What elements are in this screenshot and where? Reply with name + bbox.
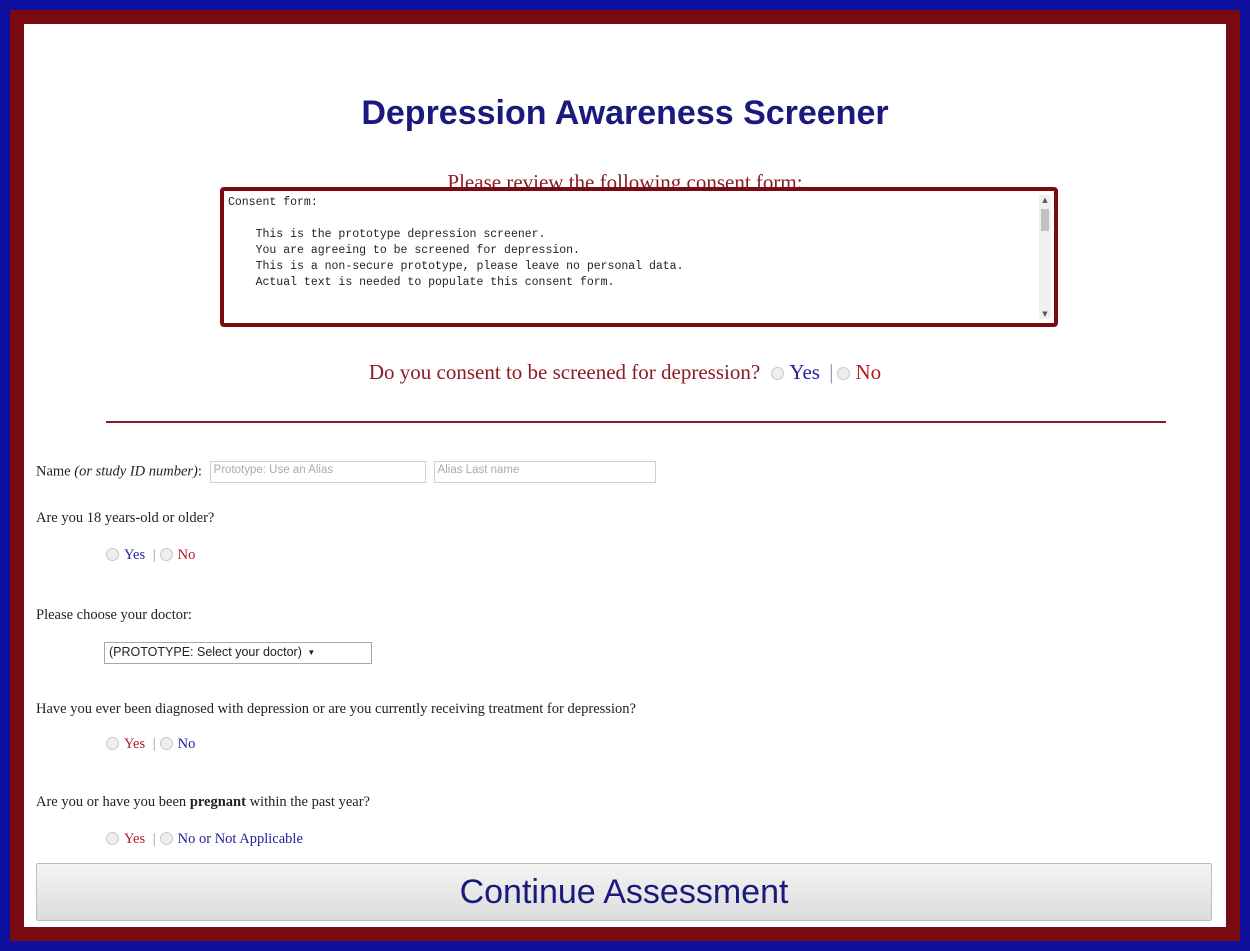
- pregnancy-question-label-end: within the past year?: [245, 794, 370, 810]
- chevron-down-icon: ▼: [307, 648, 316, 658]
- diagnosis-no-label[interactable]: No: [178, 736, 196, 752]
- diagnosis-separator: |: [152, 736, 156, 752]
- age-yes-label[interactable]: Yes: [124, 547, 145, 563]
- outer-frame: Depression Awareness Screener Please rev…: [10, 10, 1240, 941]
- age-options: Yes | No: [106, 547, 195, 564]
- diagnosis-no-radio[interactable]: [159, 737, 173, 751]
- diagnosis-yes-label[interactable]: Yes: [124, 736, 145, 752]
- diagnosis-yes-radio[interactable]: [106, 737, 119, 751]
- scroll-down-icon[interactable]: ▼: [1039, 309, 1051, 319]
- scroll-up-icon[interactable]: ▲: [1039, 195, 1051, 205]
- name-label: Name: [36, 463, 71, 480]
- pregnancy-question: Are you or have you been pregnant within…: [36, 794, 370, 811]
- scroll-thumb[interactable]: [1041, 209, 1049, 231]
- pregnancy-yes-radio[interactable]: [106, 832, 119, 846]
- pregnancy-options: Yes | No or Not Applicable: [106, 831, 303, 848]
- age-question-label: Are you 18 years-old or older?: [36, 510, 215, 526]
- pregnancy-question-label: Are you or have you been: [36, 794, 190, 810]
- consent-no-label[interactable]: No: [855, 360, 881, 384]
- pregnancy-emphasis: pregnant: [189, 794, 246, 810]
- doctor-question-label: Please choose your doctor:: [36, 607, 192, 623]
- doctor-select-value: (PROTOTYPE: Select your doctor): [109, 645, 302, 659]
- consent-question-label: Do you consent to be screened for depres…: [368, 360, 761, 384]
- consent-form-textarea[interactable]: Consent form: This is the prototype depr…: [220, 187, 1058, 327]
- name-row: Name (or study ID number): Prototype: Us…: [36, 461, 656, 483]
- pregnancy-yes-label[interactable]: Yes: [124, 831, 145, 847]
- consent-question: Do you consent to be screened for depres…: [24, 360, 1226, 385]
- pregnancy-separator: |: [152, 831, 156, 847]
- page-content: Depression Awareness Screener Please rev…: [24, 24, 1226, 927]
- name-hint: (or study ID number): [74, 463, 198, 480]
- pregnancy-no-label[interactable]: No or Not Applicable: [178, 831, 303, 847]
- age-no-label[interactable]: No: [178, 547, 196, 563]
- consent-form-text: Consent form: This is the prototype depr…: [228, 196, 684, 289]
- last-name-input[interactable]: Alias Last name: [433, 461, 656, 483]
- consent-no-radio[interactable]: [837, 366, 851, 380]
- consent-separator: |: [829, 360, 834, 384]
- section-divider: [106, 421, 1166, 423]
- pregnancy-no-radio[interactable]: [159, 832, 173, 846]
- age-no-radio[interactable]: [159, 548, 173, 562]
- name-label-suffix: :: [197, 463, 202, 480]
- consent-yes-label[interactable]: Yes: [789, 360, 820, 384]
- first-name-input[interactable]: Prototype: Use an Alias: [209, 461, 426, 483]
- age-yes-radio[interactable]: [106, 548, 119, 562]
- diagnosis-options: Yes | No: [106, 736, 195, 753]
- age-separator: |: [152, 547, 156, 563]
- diagnosis-question-label: Have you ever been diagnosed with depres…: [36, 701, 636, 717]
- continue-assessment-button[interactable]: Continue Assessment: [36, 863, 1212, 921]
- doctor-select[interactable]: (PROTOTYPE: Select your doctor) ▼: [104, 642, 372, 664]
- consent-yes-radio[interactable]: [771, 366, 785, 380]
- page-title: Depression Awareness Screener: [361, 94, 889, 132]
- consent-scrollbar[interactable]: ▲ ▼: [1039, 195, 1051, 319]
